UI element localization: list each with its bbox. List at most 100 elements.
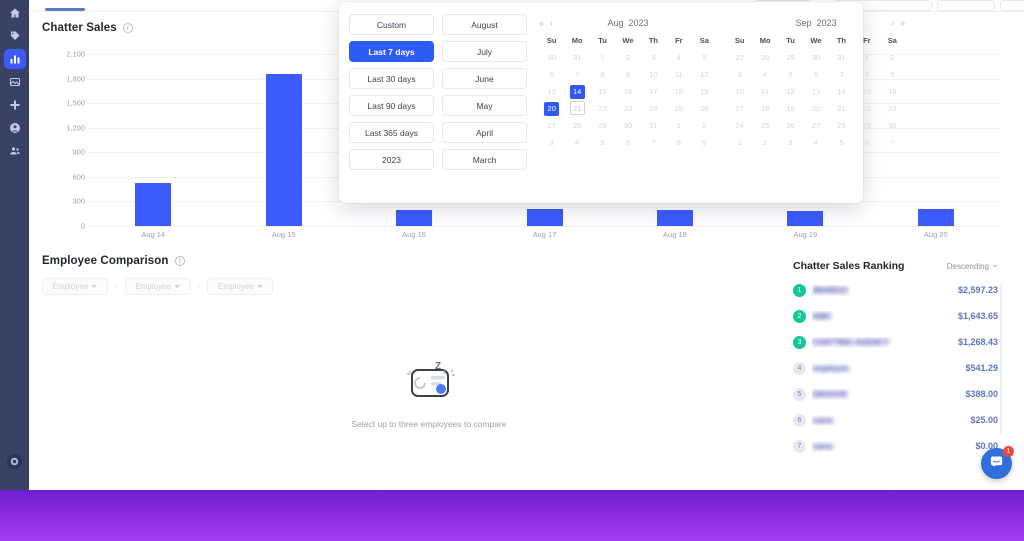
ranking-row[interactable]: 4 employee $541.29 xyxy=(793,360,998,376)
rail-item-media[interactable] xyxy=(4,72,26,92)
calendar-day[interactable]: 21 xyxy=(564,100,589,117)
chart-bar[interactable] xyxy=(396,209,433,226)
chart-bar[interactable] xyxy=(656,209,693,226)
info-icon[interactable]: i xyxy=(174,256,185,266)
date-preset-april[interactable]: April xyxy=(442,122,527,143)
ranking-row[interactable]: 6 name $25.00 xyxy=(793,412,998,428)
nav-first-icon[interactable]: « xyxy=(539,18,544,28)
rail-item-settings[interactable] xyxy=(7,454,22,469)
nav-last-icon[interactable]: » xyxy=(900,18,905,28)
calendar-day[interactable]: 7 xyxy=(564,66,589,83)
calendar-day[interactable]: 4 xyxy=(666,49,691,66)
calendar-day[interactable]: 3 xyxy=(727,66,752,83)
calendar-day[interactable]: 28 xyxy=(564,117,589,134)
calendar-day[interactable]: 5 xyxy=(778,66,803,83)
chart-bar[interactable] xyxy=(917,209,954,226)
calendar-day[interactable]: 29 xyxy=(854,117,879,134)
calendar-day[interactable]: 8 xyxy=(590,66,615,83)
date-preset-last-7-days[interactable]: Last 7 days xyxy=(349,41,434,62)
ranking-sort-dropdown[interactable]: Descending xyxy=(947,262,998,271)
calendar-day[interactable]: 20 xyxy=(539,100,564,117)
calendar-day[interactable]: 9 xyxy=(692,134,717,151)
chart-bar[interactable] xyxy=(787,211,824,226)
employee-select-3[interactable]: Employee xyxy=(207,278,274,295)
calendar-day[interactable]: 2 xyxy=(880,49,905,66)
calendar-day[interactable]: 12 xyxy=(692,66,717,83)
calendar-day[interactable]: 21 xyxy=(829,100,854,117)
chat-widget-button[interactable]: 1 xyxy=(981,446,1014,479)
chart-bar[interactable] xyxy=(526,208,563,226)
calendar-day[interactable]: 3 xyxy=(778,134,803,151)
calendar-day[interactable]: 30 xyxy=(803,49,828,66)
calendar-day[interactable]: 9 xyxy=(615,66,640,83)
calendar-day[interactable]: 26 xyxy=(692,100,717,117)
ranking-scrollbar[interactable] xyxy=(1000,284,1002,434)
calendar-day[interactable]: 27 xyxy=(727,49,752,66)
calendar-day[interactable]: 29 xyxy=(590,117,615,134)
calendar-day[interactable]: 23 xyxy=(880,100,905,117)
date-preset-may[interactable]: May xyxy=(442,95,527,116)
employee-select-2[interactable]: Employee xyxy=(124,278,191,295)
calendar-day[interactable]: 31 xyxy=(641,117,666,134)
date-preset-march[interactable]: March xyxy=(442,149,527,170)
date-picker-popup[interactable]: Custom Last 7 days Last 30 days Last 90 day… xyxy=(339,2,905,203)
calendar-day[interactable]: 2 xyxy=(752,134,777,151)
calendar-day[interactable]: 6 xyxy=(539,66,564,83)
rail-item-tag[interactable] xyxy=(4,26,26,46)
calendar-day[interactable]: 4 xyxy=(803,134,828,151)
calendar-day[interactable]: 27 xyxy=(803,117,828,134)
date-preset-last-90-days[interactable]: Last 90 days xyxy=(349,95,434,116)
calendar-day[interactable]: 5 xyxy=(590,134,615,151)
calendar-day[interactable]: 19 xyxy=(778,100,803,117)
date-preset-july[interactable]: July xyxy=(442,41,527,62)
calendar-day[interactable]: 3 xyxy=(641,49,666,66)
date-preset-custom[interactable]: Custom xyxy=(349,14,434,35)
rail-item-home[interactable] xyxy=(4,3,26,23)
calendar-day[interactable]: 12 xyxy=(778,83,803,100)
calendar-day[interactable]: 22 xyxy=(854,100,879,117)
calendar-day[interactable]: 30 xyxy=(539,49,564,66)
chart-bar[interactable] xyxy=(135,182,172,226)
calendar-day[interactable]: 26 xyxy=(778,117,803,134)
calendar-day[interactable]: 3 xyxy=(539,134,564,151)
calendar-day[interactable]: 14 xyxy=(829,83,854,100)
calendar-day[interactable]: 14 xyxy=(564,83,589,100)
toolbar-control-3[interactable] xyxy=(1000,0,1024,11)
calendar-day[interactable]: 4 xyxy=(564,134,589,151)
date-preset-last-30-days[interactable]: Last 30 days xyxy=(349,68,434,89)
calendar-day[interactable]: 4 xyxy=(752,66,777,83)
calendar-day[interactable]: 31 xyxy=(564,49,589,66)
date-preset-last-365-days[interactable]: Last 365 days xyxy=(349,122,434,143)
toolbar-control-2[interactable] xyxy=(937,0,995,11)
calendar-day[interactable]: 7 xyxy=(829,66,854,83)
calendar-day[interactable]: 25 xyxy=(666,100,691,117)
ranking-row[interactable]: 5 GROOVE $388.00 xyxy=(793,386,998,402)
date-preset-august[interactable]: August xyxy=(442,14,527,35)
date-preset-2023[interactable]: 2023 xyxy=(349,149,434,170)
calendar-day[interactable]: 1 xyxy=(727,134,752,151)
calendar-day[interactable]: 18 xyxy=(666,83,691,100)
calendar-day[interactable]: 22 xyxy=(590,100,615,117)
calendar-day[interactable]: 6 xyxy=(854,134,879,151)
calendar-day[interactable]: 19 xyxy=(692,83,717,100)
nav-prev-icon[interactable]: ‹ xyxy=(550,18,553,28)
calendar-day[interactable]: 6 xyxy=(803,66,828,83)
ranking-row[interactable]: 7 name $0.00 xyxy=(793,438,998,454)
calendar-day[interactable]: 16 xyxy=(615,83,640,100)
calendar-day[interactable]: 8 xyxy=(854,66,879,83)
calendar-day[interactable]: 5 xyxy=(692,49,717,66)
chart-bar[interactable] xyxy=(265,73,302,226)
calendar-day[interactable]: 1 xyxy=(666,117,691,134)
rail-item-account[interactable] xyxy=(4,118,26,138)
calendar-day[interactable]: 7 xyxy=(641,134,666,151)
calendar-day[interactable]: 30 xyxy=(880,117,905,134)
calendar-day[interactable]: 29 xyxy=(778,49,803,66)
calendar-day[interactable]: 10 xyxy=(727,83,752,100)
calendar-day[interactable]: 8 xyxy=(666,134,691,151)
calendar-day[interactable]: 27 xyxy=(539,117,564,134)
calendar-day[interactable]: 2 xyxy=(692,117,717,134)
date-preset-june[interactable]: June xyxy=(442,68,527,89)
rail-item-add[interactable] xyxy=(4,95,26,115)
calendar-day[interactable]: 17 xyxy=(641,83,666,100)
active-tab-indicator[interactable] xyxy=(45,8,85,11)
